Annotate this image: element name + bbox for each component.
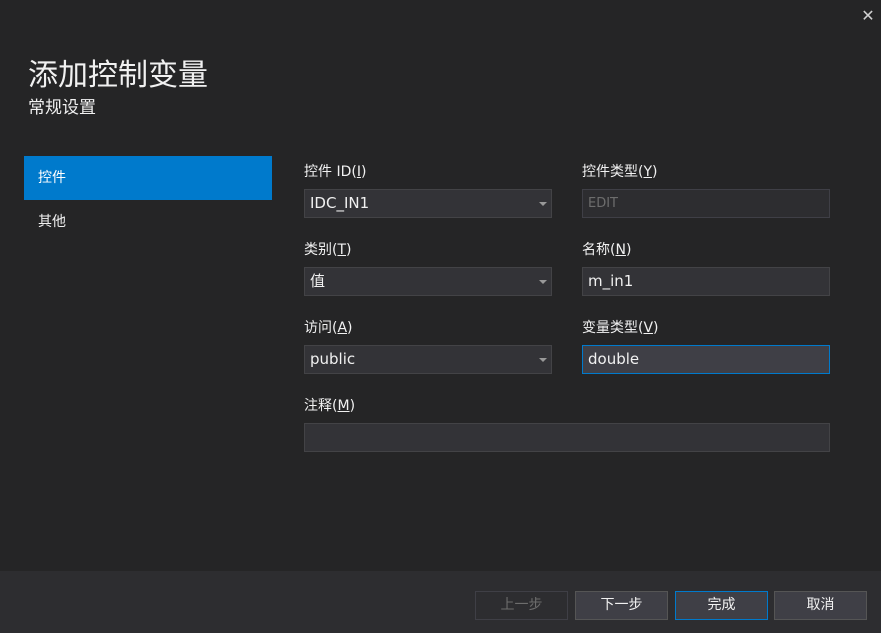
- nav-item-other[interactable]: 其他: [24, 200, 272, 244]
- control-id-label: 控件 ID(I): [304, 164, 367, 180]
- access-value: public: [310, 350, 356, 368]
- close-icon[interactable]: ✕: [859, 6, 877, 26]
- nav-item-controls[interactable]: 控件: [24, 156, 272, 200]
- cancel-button[interactable]: 取消: [774, 591, 867, 620]
- control-type-label: 控件类型(Y): [582, 164, 658, 180]
- next-button[interactable]: 下一步: [575, 591, 668, 620]
- name-input[interactable]: m_in1: [582, 267, 830, 296]
- comment-input[interactable]: [304, 423, 830, 452]
- category-value: 值: [310, 272, 326, 290]
- control-type-value: EDIT: [588, 196, 618, 211]
- chevron-down-icon[interactable]: [539, 202, 547, 206]
- access-label: 访问(A): [304, 320, 353, 336]
- control-id-combobox[interactable]: IDC_IN1: [304, 189, 552, 218]
- control-id-field: 控件 ID(I) IDC_IN1: [304, 162, 552, 218]
- prev-button: 上一步: [475, 591, 568, 620]
- variable-type-label: 变量类型(V): [582, 320, 659, 336]
- dialog-footer: 上一步 下一步 完成 取消: [0, 571, 881, 633]
- access-combobox[interactable]: public: [304, 345, 552, 374]
- chevron-down-icon[interactable]: [539, 358, 547, 362]
- control-id-value: IDC_IN1: [310, 194, 370, 212]
- name-value: m_in1: [588, 272, 634, 290]
- variable-type-value: double: [588, 350, 640, 368]
- control-type-input: EDIT: [582, 189, 830, 218]
- variable-type-field: 变量类型(V) double: [582, 318, 830, 374]
- control-type-field: 控件类型(Y) EDIT: [582, 162, 830, 218]
- comment-label: 注释(M): [304, 398, 356, 414]
- finish-button[interactable]: 完成: [675, 591, 768, 620]
- access-field: 访问(A) public: [304, 318, 552, 374]
- variable-type-input[interactable]: double: [582, 345, 830, 374]
- add-control-variable-dialog: ✕ 添加控制变量 常规设置 控件 其他 控件 ID(I) IDC_IN1 控件类…: [0, 0, 881, 633]
- dialog-title: 添加控制变量: [28, 58, 208, 93]
- category-combobox[interactable]: 值: [304, 267, 552, 296]
- category-field: 类别(T) 值: [304, 240, 552, 296]
- name-label: 名称(N): [582, 242, 632, 258]
- sidebar-nav: 控件 其他: [24, 156, 272, 244]
- category-label: 类别(T): [304, 242, 352, 258]
- comment-field: 注释(M): [304, 396, 830, 452]
- dialog-subtitle: 常规设置: [28, 98, 96, 118]
- chevron-down-icon[interactable]: [539, 280, 547, 284]
- name-field: 名称(N) m_in1: [582, 240, 830, 296]
